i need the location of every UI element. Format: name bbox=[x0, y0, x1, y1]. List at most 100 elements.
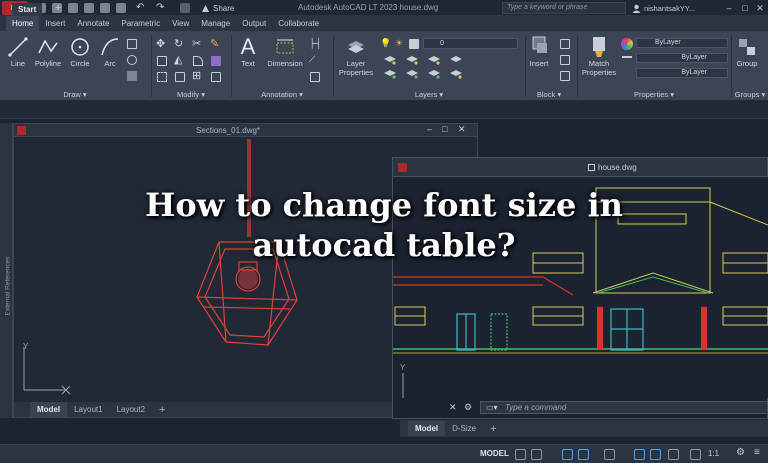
leader-icon[interactable]: ⟋ bbox=[309, 54, 315, 65]
ortho-icon[interactable] bbox=[562, 449, 573, 460]
sections-title: Sections_01.dwg* bbox=[196, 126, 261, 135]
save-as-icon[interactable] bbox=[84, 3, 94, 13]
edit-block-icon[interactable] bbox=[560, 55, 570, 65]
tab-collaborate[interactable]: Collaborate bbox=[272, 16, 325, 31]
groups-panel-title[interactable]: Groups ▾ bbox=[732, 90, 768, 100]
add-layout-button[interactable]: + bbox=[483, 423, 503, 435]
redo-icon[interactable]: ↷ bbox=[156, 2, 164, 13]
model-space-button[interactable]: MODEL bbox=[480, 449, 509, 458]
layer-color-swatch bbox=[409, 39, 419, 49]
offset-icon[interactable] bbox=[211, 72, 221, 82]
tab-model[interactable]: Model bbox=[408, 421, 446, 436]
scale-icon[interactable] bbox=[175, 72, 185, 82]
tab-insert[interactable]: Insert bbox=[39, 16, 71, 31]
grid-icon[interactable] bbox=[515, 449, 526, 460]
linetype-dropdown[interactable]: ByLayer bbox=[636, 68, 728, 78]
tab-home[interactable]: Home bbox=[6, 16, 40, 31]
draw-panel-title[interactable]: Draw ▾ bbox=[0, 90, 150, 100]
minimize-button[interactable]: – bbox=[722, 1, 736, 15]
search-input[interactable]: Type a keyword or phrase bbox=[502, 2, 626, 14]
tab-layout2[interactable]: Layout2 bbox=[110, 405, 152, 414]
user-account[interactable]: nishantsakYY... bbox=[632, 2, 695, 14]
insert-tool[interactable]: Insert bbox=[527, 35, 551, 68]
window-maximize-button[interactable]: □ bbox=[442, 124, 447, 134]
layers-panel-title[interactable]: Layers ▾ bbox=[334, 90, 524, 100]
plot-icon[interactable] bbox=[116, 3, 126, 13]
settings-gear-icon[interactable]: ⚙ bbox=[736, 447, 745, 458]
maximize-button[interactable]: □ bbox=[738, 1, 752, 15]
add-layout-button[interactable]: + bbox=[152, 404, 172, 416]
linear-dim-icon[interactable]: ├┤ bbox=[309, 38, 322, 48]
circle-tool[interactable]: Circle bbox=[67, 37, 93, 68]
ellipse-icon[interactable] bbox=[127, 55, 137, 65]
new-tab-button[interactable]: + bbox=[55, 2, 61, 14]
erase-icon[interactable]: ✎ bbox=[210, 37, 219, 50]
rotate-icon[interactable]: ↻ bbox=[174, 37, 183, 50]
share-button[interactable]: Share bbox=[201, 2, 234, 14]
window-minimize-button[interactable]: – bbox=[427, 124, 432, 134]
command-settings-icon[interactable]: ⚙ bbox=[464, 402, 472, 413]
tab-layout1[interactable]: Layout1 bbox=[67, 405, 109, 414]
polyline-tool[interactable]: Polyline bbox=[31, 37, 65, 68]
lineweight-toggle-icon[interactable] bbox=[668, 449, 679, 460]
osnap-icon[interactable] bbox=[634, 449, 645, 460]
scale-readout[interactable]: 1:1 bbox=[708, 449, 719, 458]
match-properties-tool[interactable]: Match Properties bbox=[580, 35, 618, 77]
window-close-button[interactable]: ✕ bbox=[458, 124, 466, 135]
mirror-icon[interactable]: ◭ bbox=[174, 53, 182, 66]
start-tab[interactable]: Start bbox=[12, 3, 43, 16]
cloud-icon[interactable] bbox=[100, 3, 110, 13]
table-icon[interactable] bbox=[310, 72, 320, 82]
copy-icon[interactable] bbox=[157, 56, 167, 66]
trim-icon[interactable]: ✂ bbox=[192, 37, 201, 50]
tab-output[interactable]: Output bbox=[236, 16, 272, 31]
color-wheel-icon[interactable] bbox=[621, 38, 633, 50]
text-tool[interactable]: A Text bbox=[236, 35, 260, 69]
tab-manage[interactable]: Manage bbox=[195, 16, 236, 31]
create-block-icon[interactable] bbox=[560, 39, 570, 49]
line-tool[interactable]: Line bbox=[6, 37, 30, 68]
tab-model[interactable]: Model bbox=[30, 402, 68, 417]
tab-parametric[interactable]: Parametric bbox=[115, 16, 166, 31]
close-button[interactable]: ✕ bbox=[753, 1, 767, 15]
close-command-icon[interactable]: ✕ bbox=[449, 402, 457, 413]
layer-dropdown[interactable]: 0 bbox=[423, 38, 518, 49]
layout-tab-bar-right: Model D-Size + bbox=[400, 420, 768, 437]
modify-panel-title[interactable]: Modify ▾ bbox=[152, 90, 230, 100]
isodraft-icon[interactable] bbox=[604, 449, 615, 460]
fillet-icon[interactable] bbox=[193, 56, 203, 66]
polar-icon[interactable] bbox=[578, 449, 589, 460]
rectangle-icon[interactable] bbox=[127, 39, 137, 49]
group-tool[interactable]: Group bbox=[733, 37, 761, 68]
panel-divider bbox=[731, 35, 732, 97]
circle-label: Circle bbox=[70, 59, 90, 68]
block-panel-title[interactable]: Block ▾ bbox=[524, 90, 574, 100]
dimension-tool[interactable]: Dimension bbox=[264, 37, 306, 68]
command-line-input[interactable]: ▭▾ Type a command bbox=[480, 401, 768, 414]
explode-icon[interactable] bbox=[211, 56, 221, 66]
headline-line-2: autocad table? bbox=[252, 226, 516, 264]
save-icon[interactable] bbox=[68, 3, 78, 13]
workspace-icon[interactable] bbox=[180, 3, 190, 13]
undo-icon[interactable]: ↶ bbox=[136, 2, 144, 13]
color-dropdown[interactable]: ByLayer bbox=[636, 38, 728, 48]
tab-d-size[interactable]: D-Size bbox=[445, 424, 483, 433]
annotation-scale-icon[interactable] bbox=[690, 449, 701, 460]
attribute-icon[interactable] bbox=[560, 71, 570, 81]
lineweight-dropdown[interactable]: ByLayer bbox=[636, 53, 728, 63]
arc-tool[interactable]: Arc bbox=[98, 37, 122, 68]
tab-view[interactable]: View bbox=[166, 16, 195, 31]
snap-icon[interactable] bbox=[531, 449, 542, 460]
ribbon-panel: Line Polyline Circle Arc Draw ▾ ✥ ↻ ✂ ✎ … bbox=[0, 31, 768, 101]
properties-panel-title[interactable]: Properties ▾ bbox=[578, 90, 730, 100]
ucs-y-label: Y bbox=[400, 363, 406, 372]
hatch-icon[interactable] bbox=[127, 71, 137, 81]
customization-menu-icon[interactable]: ≡ bbox=[754, 447, 760, 458]
stretch-icon[interactable] bbox=[157, 72, 167, 82]
otrack-icon[interactable] bbox=[650, 449, 661, 460]
layer-properties-tool[interactable]: Layer Properties bbox=[337, 37, 375, 77]
tab-annotate[interactable]: Annotate bbox=[71, 16, 115, 31]
array-icon[interactable]: ⊞ bbox=[192, 69, 201, 82]
move-icon[interactable]: ✥ bbox=[156, 37, 165, 50]
annotation-panel-title[interactable]: Annotation ▾ bbox=[232, 90, 332, 100]
